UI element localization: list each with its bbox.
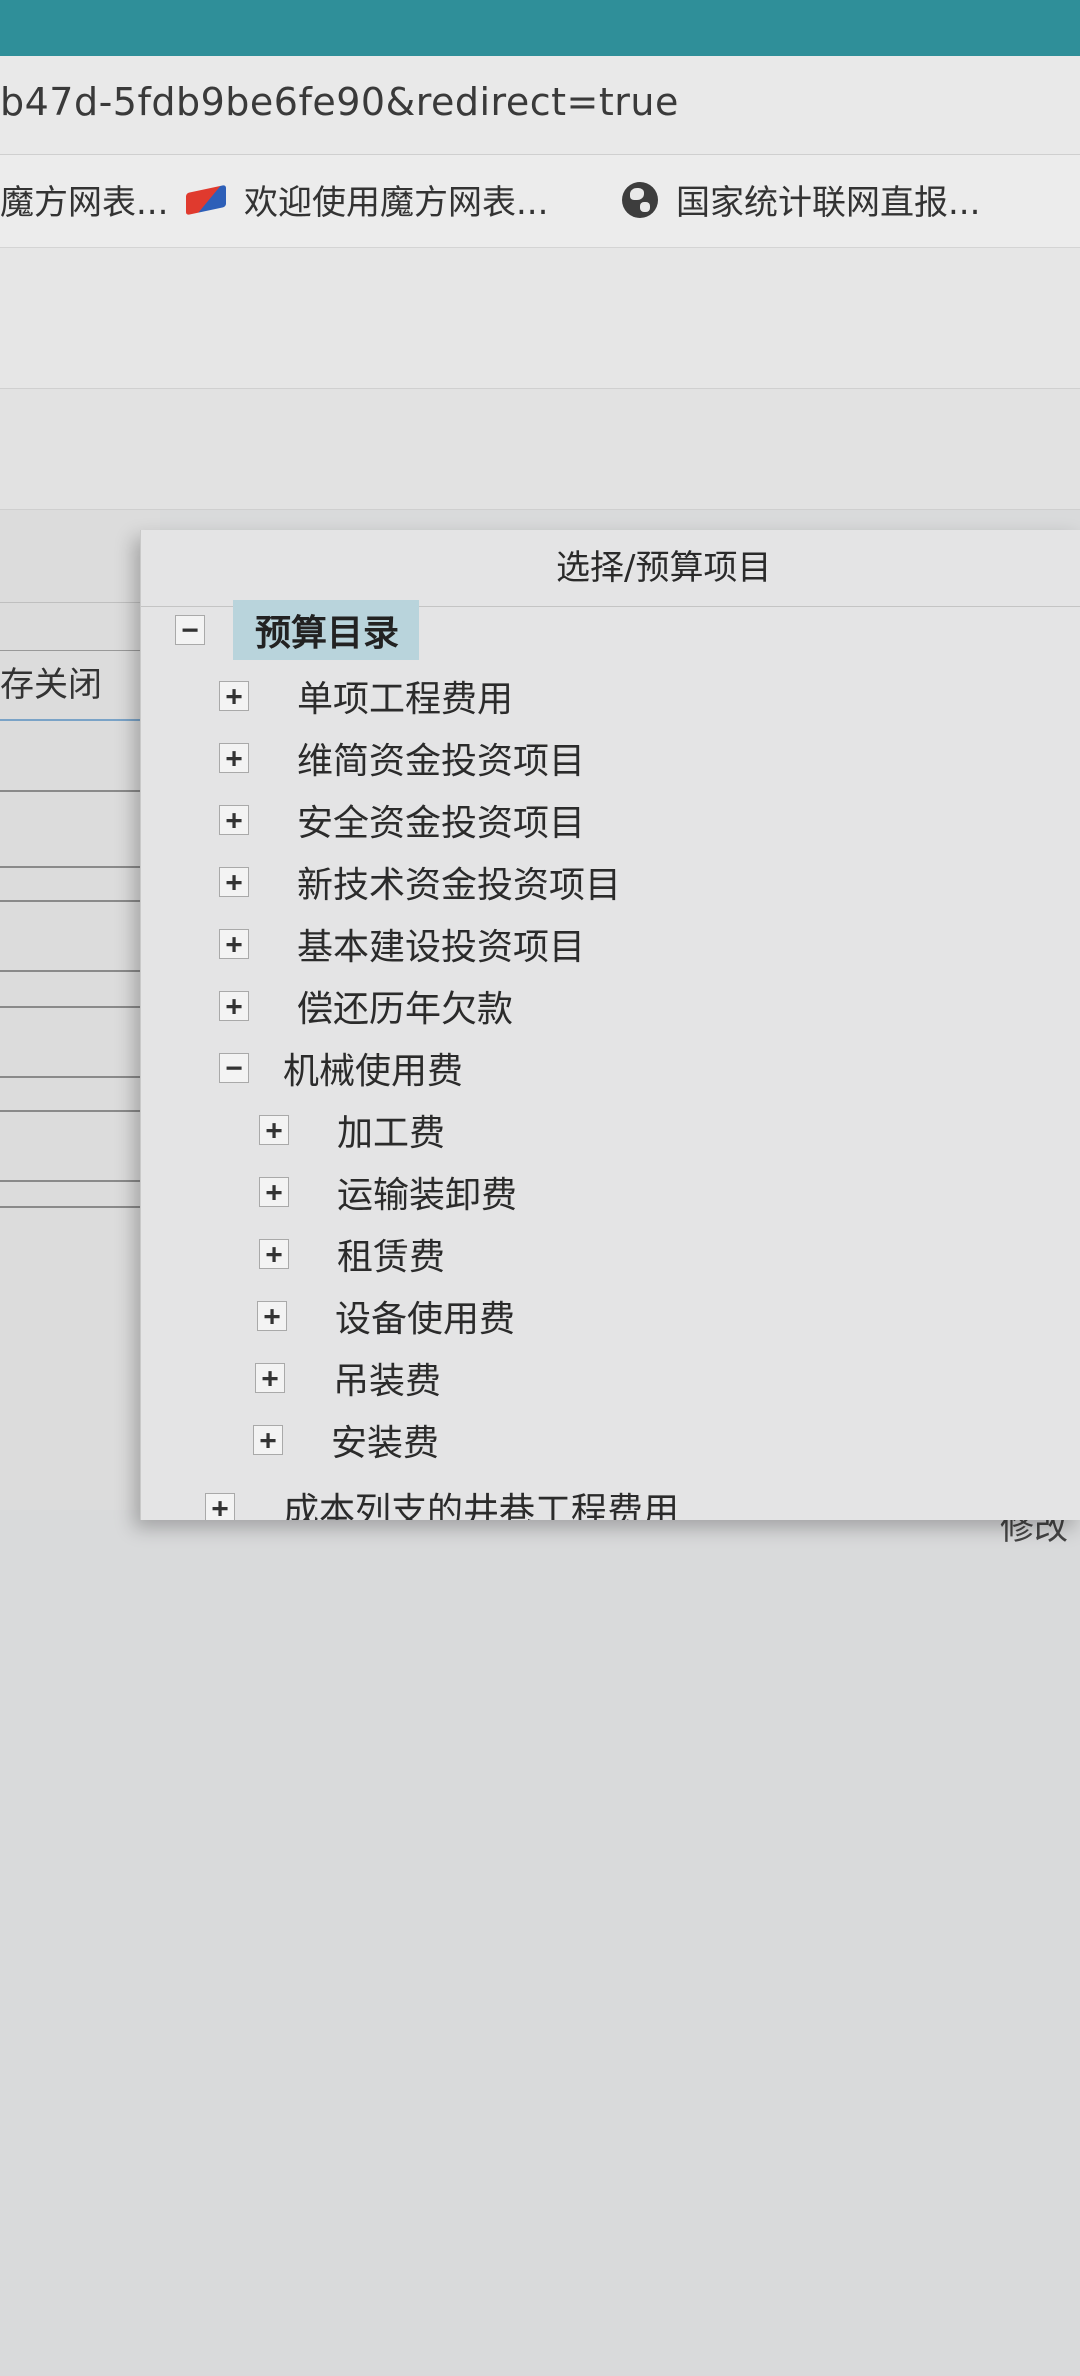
tree-node[interactable]: + 维简资金投资项目: [219, 730, 585, 786]
tree-node-label[interactable]: 机械使用费: [283, 1042, 463, 1094]
form-row-divider: [0, 1006, 150, 1008]
bookmark-item[interactable]: 魔方网表...: [0, 175, 168, 224]
expand-icon[interactable]: +: [219, 929, 249, 959]
tree-node[interactable]: + 安全资金投资项目: [219, 792, 585, 848]
expand-icon[interactable]: +: [219, 991, 249, 1021]
bookmark-item[interactable]: 国家统计联网直报...: [622, 175, 980, 224]
expand-icon[interactable]: +: [255, 1363, 285, 1393]
tree-node[interactable]: + 设备使用费: [257, 1288, 515, 1344]
expand-icon[interactable]: +: [219, 743, 249, 773]
expand-icon[interactable]: +: [259, 1239, 289, 1269]
dialog-title-bar[interactable]: 选择/预算项目: [141, 530, 1080, 607]
tree-node-label[interactable]: 基本建设投资项目: [297, 918, 585, 970]
bookmark-label: 欢迎使用魔方网表...: [244, 183, 549, 223]
expand-icon[interactable]: +: [219, 805, 249, 835]
tree-node-label[interactable]: 成本列支的井巷工程费用: [283, 1482, 679, 1520]
bookmark-item[interactable]: 欢迎使用魔方网表...: [186, 175, 548, 224]
expand-icon[interactable]: +: [219, 681, 249, 711]
background-form-panel: 存关闭: [0, 510, 160, 1510]
form-row-divider: [0, 790, 150, 792]
tree-node-label[interactable]: 维简资金投资项目: [297, 732, 585, 784]
expand-icon[interactable]: +: [259, 1177, 289, 1207]
panel-header: [0, 510, 160, 603]
form-row-divider: [0, 866, 150, 868]
tree-node[interactable]: + 吊装费: [255, 1350, 441, 1406]
tree-node-label[interactable]: 租赁费: [337, 1228, 445, 1280]
budget-item-select-dialog: 选择/预算项目 − 预算目录 + 单项工程费用 + 维简资金投资项目 + 安全资…: [140, 530, 1080, 1520]
tree-node[interactable]: + 单项工程费用: [219, 668, 513, 724]
bookmark-label: 国家统计联网直报...: [676, 183, 981, 223]
tree-node-label[interactable]: 偿还历年欠款: [297, 980, 513, 1032]
page-toolbar: [0, 248, 1080, 389]
tree-node[interactable]: + 运输装卸费: [259, 1164, 517, 1220]
form-row-divider: [0, 970, 150, 972]
form-row-divider: [0, 1180, 150, 1182]
tree-node[interactable]: + 偿还历年欠款: [219, 978, 513, 1034]
tree-node-label[interactable]: 新技术资金投资项目: [297, 856, 621, 908]
expand-icon[interactable]: +: [257, 1301, 287, 1331]
tree-node[interactable]: + 安装费: [253, 1412, 439, 1468]
tree-node-label[interactable]: 安全资金投资项目: [297, 794, 585, 846]
tree-node[interactable]: − 机械使用费: [219, 1040, 463, 1096]
bookmark-label: 魔方网表...: [0, 183, 169, 223]
collapse-icon[interactable]: −: [219, 1053, 249, 1083]
browser-top-bar: [0, 0, 1080, 56]
tree-node[interactable]: + 加工费: [259, 1102, 445, 1158]
form-row-divider: [0, 1076, 150, 1078]
tree-node[interactable]: + 租赁费: [259, 1226, 445, 1282]
tree-node-label[interactable]: 加工费: [337, 1104, 445, 1156]
tree-node-label[interactable]: 单项工程费用: [297, 670, 513, 722]
collapse-icon[interactable]: −: [175, 615, 205, 645]
tree-node-label[interactable]: 安装费: [331, 1414, 439, 1466]
expand-icon[interactable]: +: [253, 1425, 283, 1455]
dialog-title: 选择/预算项目: [556, 548, 772, 588]
tree-node-label[interactable]: 设备使用费: [335, 1290, 515, 1342]
expand-icon[interactable]: +: [205, 1493, 235, 1520]
globe-icon: [622, 181, 658, 218]
tree-node[interactable]: + 基本建设投资项目: [219, 916, 585, 972]
save-close-button[interactable]: 存关闭: [0, 650, 152, 721]
form-row-divider: [0, 1110, 150, 1112]
tree-node-label[interactable]: 预算目录: [233, 600, 420, 660]
form-row-divider: [0, 1206, 150, 1208]
page-subtoolbar: [0, 389, 1080, 510]
expand-icon[interactable]: +: [219, 867, 249, 897]
form-row-divider: [0, 900, 150, 902]
tree-node-label[interactable]: 运输装卸费: [337, 1166, 517, 1218]
address-bar[interactable]: b47d-5fdb9be6fe90&redirect=true: [0, 56, 1080, 155]
expand-icon[interactable]: +: [259, 1115, 289, 1145]
tree-node[interactable]: + 成本列支的井巷工程费用: [205, 1480, 679, 1520]
url-text[interactable]: b47d-5fdb9be6fe90&redirect=true: [0, 80, 679, 124]
tree-root-node[interactable]: − 预算目录: [175, 600, 420, 660]
tree-node[interactable]: + 新技术资金投资项目: [219, 854, 621, 910]
bookmarks-bar: 魔方网表... 欢迎使用魔方网表... 国家统计联网直报...: [0, 155, 1080, 248]
tree-node-label[interactable]: 吊装费: [333, 1352, 441, 1404]
flag-icon: [186, 185, 226, 215]
